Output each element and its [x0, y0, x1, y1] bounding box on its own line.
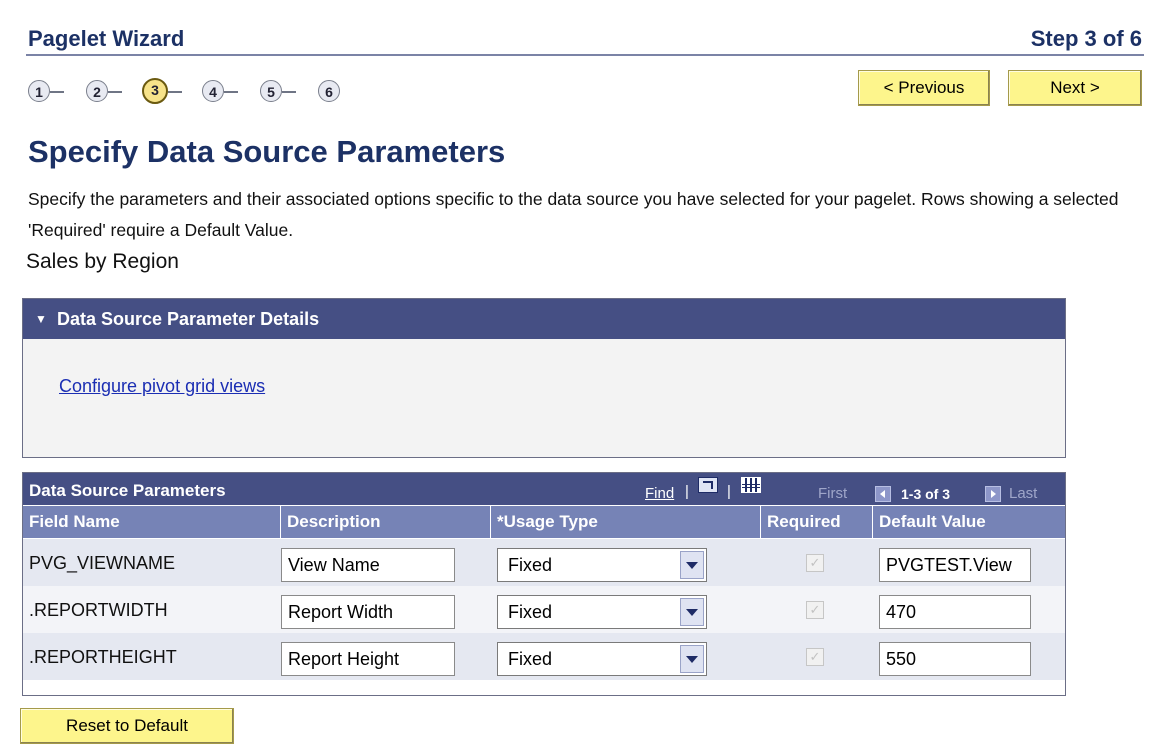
field-name-cell: PVG_VIEWNAME — [29, 553, 176, 573]
required-checkbox: ✓ — [806, 601, 824, 619]
previous-row-icon — [875, 486, 891, 502]
table-row: .REPORTHEIGHT Report Height Fixed ✓ 550 — [23, 633, 1065, 680]
description-input[interactable]: Report Width — [281, 595, 455, 629]
step-4[interactable]: 4 — [202, 80, 224, 102]
dropdown-arrow-icon[interactable] — [680, 645, 704, 673]
next-row-icon — [985, 486, 1001, 502]
data-source-parameters-grid: Data Source Parameters Find | | First 1-… — [22, 472, 1066, 696]
step-3-current: 3 — [142, 78, 168, 104]
wizard-step-indicator: Step 3 of 6 — [1030, 26, 1142, 51]
view-all-icon[interactable] — [698, 477, 718, 493]
collapse-arrow-icon[interactable]: ▼ — [35, 299, 47, 339]
column-header-default-value[interactable]: Default Value — [873, 506, 1065, 538]
table-row: .REPORTWIDTH Report Width Fixed ✓ 470 — [23, 586, 1065, 633]
column-header-required[interactable]: Required — [761, 506, 873, 538]
dropdown-arrow-icon[interactable] — [680, 598, 704, 626]
table-row: PVG_VIEWNAME View Name Fixed ✓ PVGTEST.V… — [23, 539, 1065, 586]
step-connector — [108, 91, 122, 93]
field-name-cell: .REPORTHEIGHT — [29, 647, 177, 667]
next-button[interactable]: Next > — [1008, 70, 1142, 106]
download-grid-icon[interactable] — [741, 477, 761, 493]
configure-pivot-grid-views-link[interactable]: Configure pivot grid views — [59, 376, 265, 397]
required-checkbox: ✓ — [806, 554, 824, 572]
last-link: Last — [1009, 485, 1038, 502]
grid-title: Data Source Parameters — [29, 481, 226, 500]
usage-type-select[interactable]: Fixed — [497, 642, 707, 676]
usage-type-select[interactable]: Fixed — [497, 595, 707, 629]
panel-title: Data Source Parameter Details — [57, 309, 320, 329]
step-connector — [168, 91, 182, 93]
usage-type-select[interactable]: Fixed — [497, 548, 707, 582]
step-connector — [50, 91, 64, 93]
default-value-input[interactable]: 470 — [879, 595, 1031, 629]
find-link[interactable]: Find — [645, 485, 674, 502]
usage-type-value: Fixed — [508, 555, 553, 575]
step-1[interactable]: 1 — [28, 80, 50, 102]
reset-to-default-button[interactable]: Reset to Default — [20, 708, 234, 744]
wizard-title-bar: Pagelet Wizard Step 3 of 6 — [26, 24, 1144, 56]
row-count: 1-3 of 3 — [901, 486, 951, 502]
grid-navigation-bar: Data Source Parameters Find | | First 1-… — [23, 473, 1065, 505]
page-title: Specify Data Source Parameters — [28, 134, 506, 169]
data-source-parameter-details-panel: ▼ Data Source Parameter Details Configur… — [22, 298, 1066, 458]
step-connector — [282, 91, 296, 93]
usage-type-value: Fixed — [508, 602, 553, 622]
previous-button[interactable]: < Previous — [858, 70, 990, 106]
step-connector — [224, 91, 238, 93]
instructions-text: Specify the parameters and their associa… — [28, 189, 1119, 240]
default-value-input[interactable]: PVGTEST.View — [879, 548, 1031, 582]
step-6[interactable]: 6 — [318, 80, 340, 102]
column-header-usage-type[interactable]: *Usage Type — [491, 506, 761, 538]
description-input[interactable]: Report Height — [281, 642, 455, 676]
description-input[interactable]: View Name — [281, 548, 455, 582]
field-name-cell: .REPORTWIDTH — [29, 600, 168, 620]
separator: | — [685, 483, 689, 500]
first-link: First — [818, 485, 848, 502]
data-source-name: Sales by Region — [26, 250, 179, 273]
required-checkbox: ✓ — [806, 648, 824, 666]
wizard-title: Pagelet Wizard — [28, 26, 185, 51]
dropdown-arrow-icon[interactable] — [680, 551, 704, 579]
usage-type-value: Fixed — [508, 649, 553, 669]
separator: | — [727, 483, 731, 500]
step-5[interactable]: 5 — [260, 80, 282, 102]
default-value-input[interactable]: 550 — [879, 642, 1031, 676]
column-header-description[interactable]: Description — [281, 506, 491, 538]
column-header-field-name[interactable]: Field Name — [23, 506, 281, 538]
step-2[interactable]: 2 — [86, 80, 108, 102]
panel-header[interactable]: ▼ Data Source Parameter Details — [23, 299, 1065, 339]
